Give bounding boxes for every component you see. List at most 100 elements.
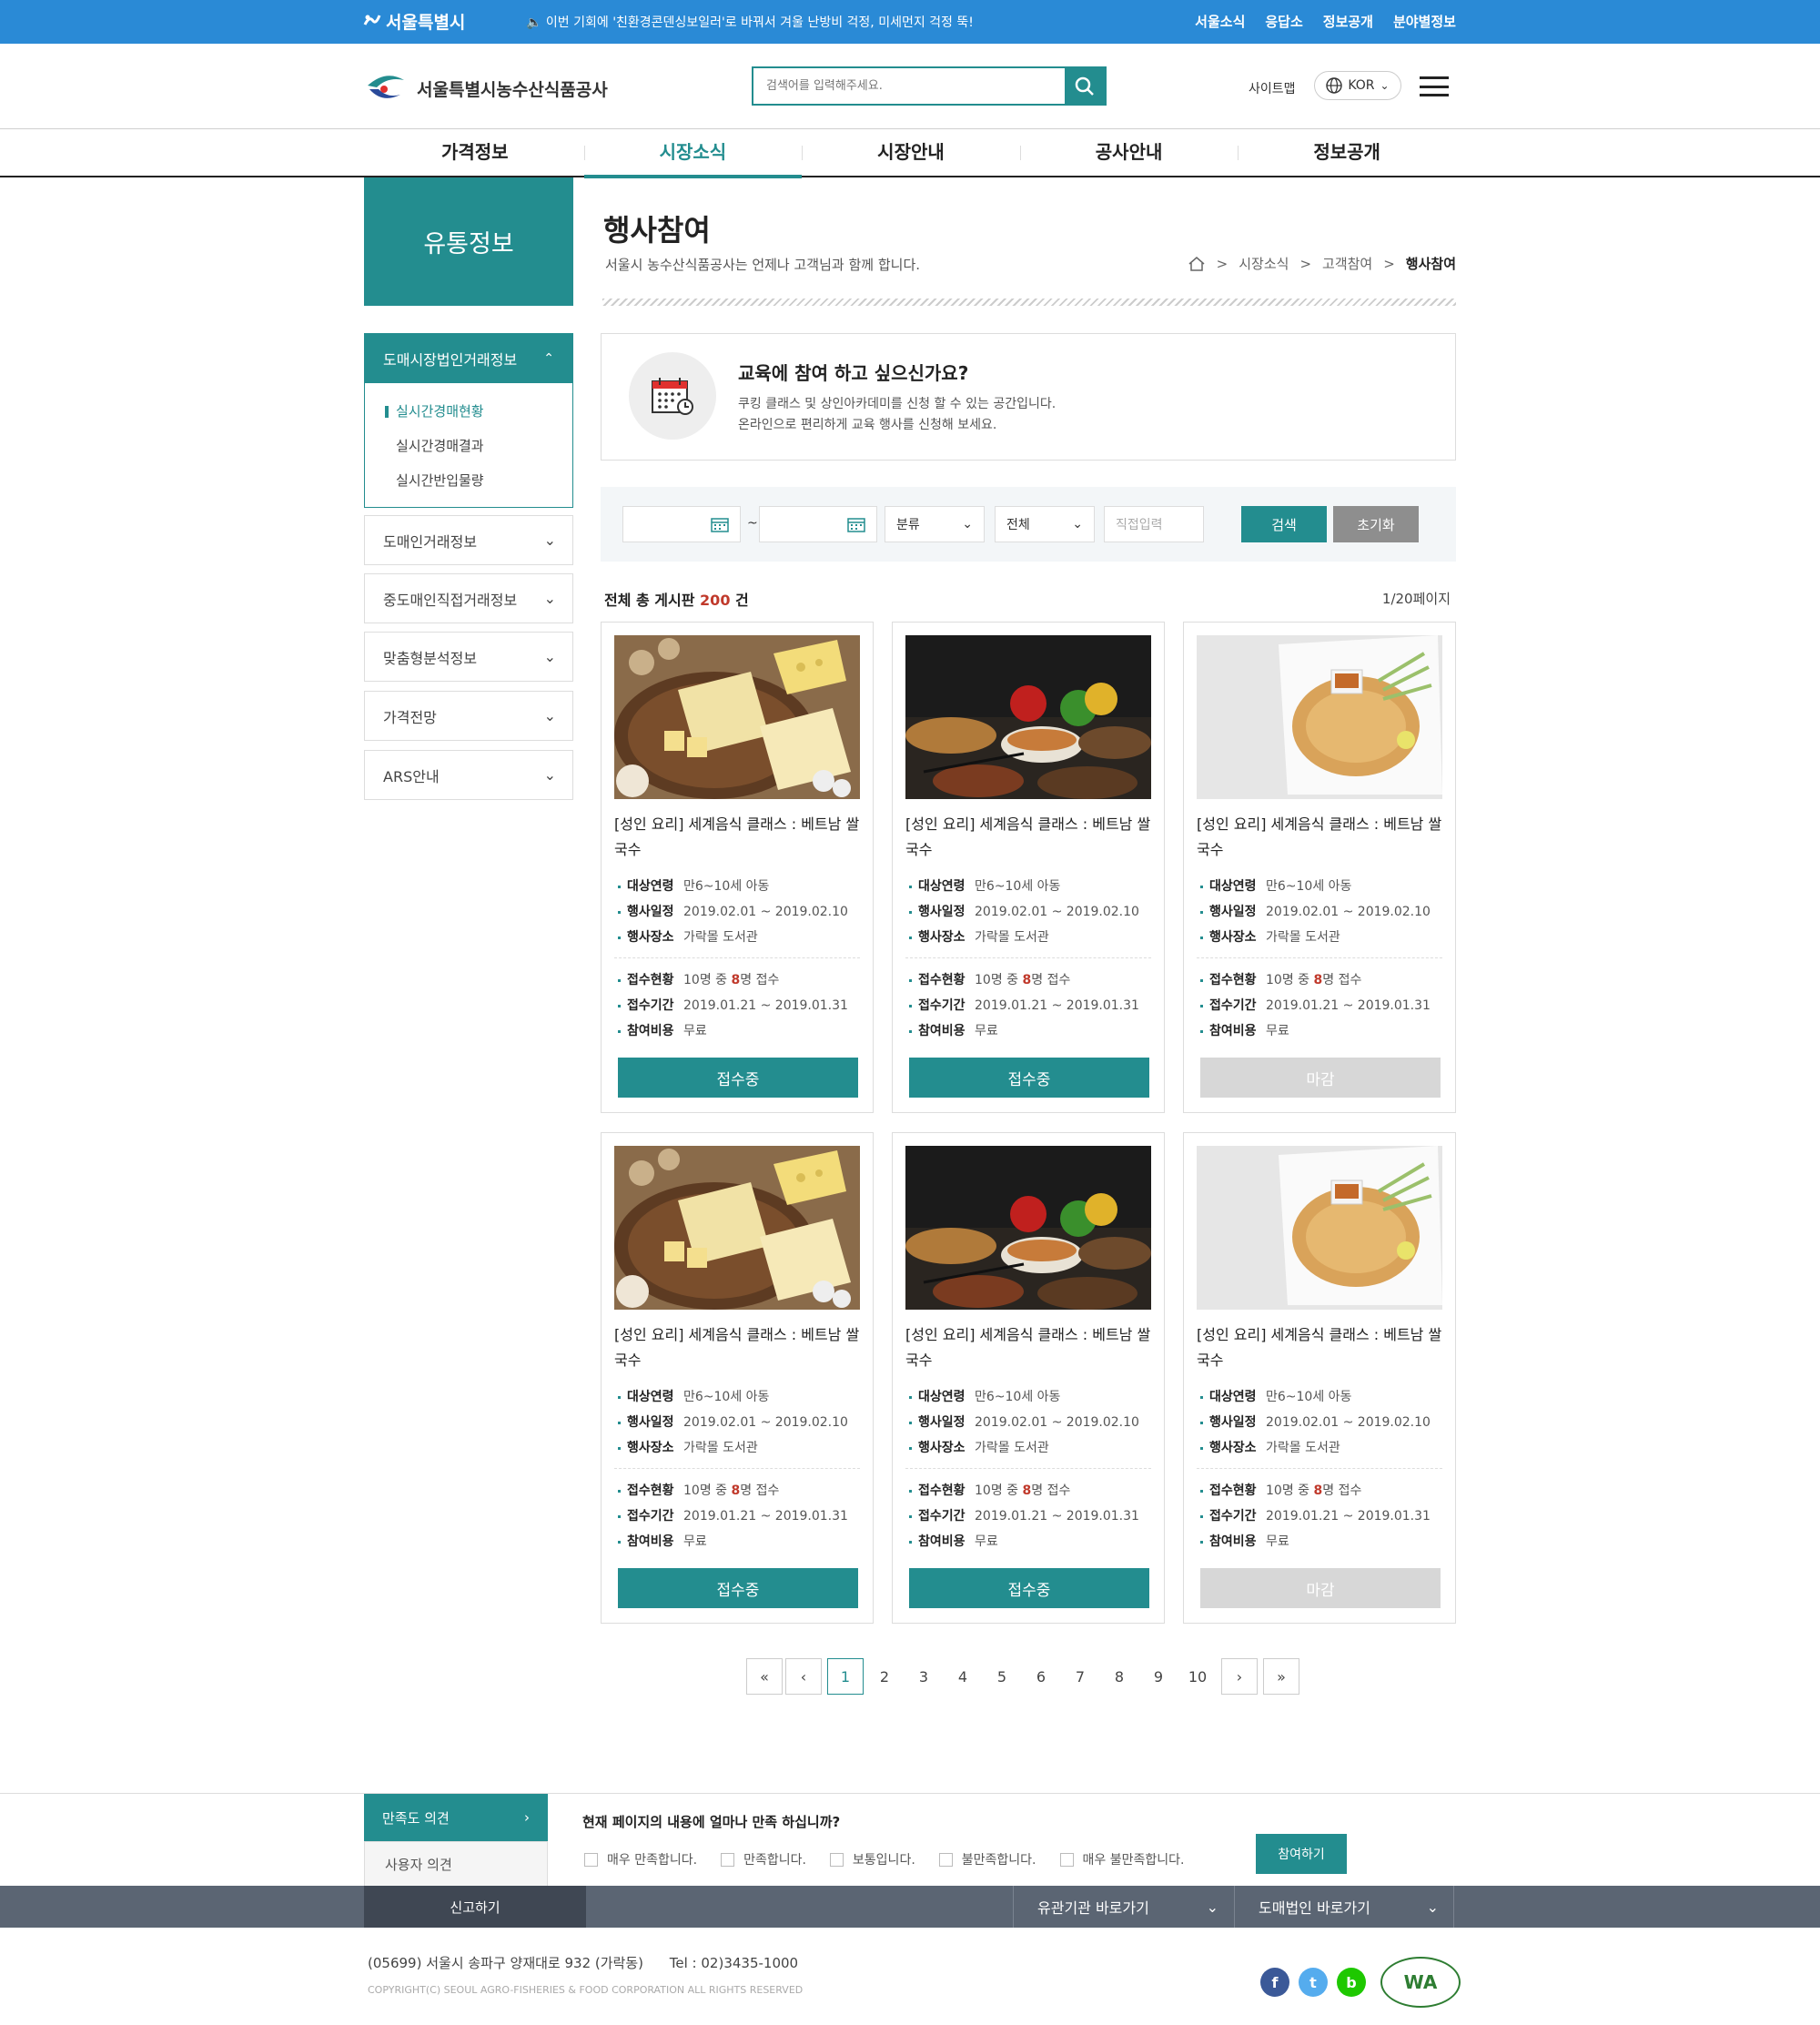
copyright: COPYRIGHT(C) SEOUL AGRO-FISHERIES & FOOD… bbox=[368, 1984, 804, 1996]
page-number[interactable]: 10 bbox=[1179, 1658, 1216, 1695]
lnb-sub-auction-result[interactable]: 실시간경매결과 bbox=[365, 429, 572, 463]
survey-submit-button[interactable]: 참여하기 bbox=[1256, 1834, 1347, 1874]
nav-market-guide[interactable]: 시장안내 bbox=[802, 129, 1020, 177]
apply-button[interactable]: 접수중 bbox=[618, 1058, 858, 1098]
report-button[interactable]: 신고하기 bbox=[364, 1886, 586, 1928]
top-link-disclosure[interactable]: 정보공개 bbox=[1323, 12, 1373, 31]
lnb-sub-inbound-volume[interactable]: 실시간반입물량 bbox=[365, 463, 572, 498]
last-page-button[interactable]: » bbox=[1263, 1658, 1299, 1695]
event-image[interactable] bbox=[905, 1146, 1151, 1310]
survey-option[interactable]: 매우 불만족합니다. bbox=[1059, 1850, 1184, 1868]
twitter-icon[interactable]: t bbox=[1299, 1968, 1328, 1997]
event-title[interactable]: [성인 요리] 세계음식 클래스 : 베트남 쌀국수 bbox=[1197, 1322, 1442, 1373]
event-image[interactable] bbox=[614, 635, 860, 799]
apply-button[interactable]: 접수중 bbox=[618, 1568, 858, 1608]
sitemap-link[interactable]: 사이트맵 bbox=[1249, 79, 1296, 97]
first-page-button[interactable]: « bbox=[746, 1658, 783, 1695]
prev-page-button[interactable]: ‹ bbox=[785, 1658, 822, 1695]
event-title[interactable]: [성인 요리] 세계음식 클래스 : 베트남 쌀국수 bbox=[614, 1322, 860, 1373]
breadcrumb-separator: > bbox=[1383, 255, 1395, 272]
event-title[interactable]: [성인 요리] 세계음식 클래스 : 베트남 쌀국수 bbox=[1197, 812, 1442, 863]
end-date-input[interactable] bbox=[759, 506, 877, 542]
nav-market-news[interactable]: 시장소식 bbox=[583, 129, 803, 178]
checkbox[interactable] bbox=[829, 1852, 844, 1867]
search-input[interactable] bbox=[753, 68, 1065, 104]
event-card[interactable]: [성인 요리] 세계음식 클래스 : 베트남 쌀국수 대상연령 만6~10세 아동 행… bbox=[892, 1132, 1165, 1624]
tab-user-opinion[interactable]: 사용자 의견 bbox=[364, 1841, 548, 1887]
top-link-news[interactable]: 서울소식 bbox=[1195, 12, 1245, 31]
calendar-icon[interactable] bbox=[847, 516, 865, 532]
search-submit-button[interactable]: 검색 bbox=[1241, 506, 1327, 542]
tab-satisfaction[interactable]: 만족도 의견 › bbox=[364, 1794, 548, 1841]
notice-text: 이번 기회에 '친환경콘덴싱보일러'로 바꿔서 겨울 난방비 걱정, 미세먼지 … bbox=[545, 15, 974, 30]
scope-select[interactable]: 전체 ⌄ bbox=[995, 506, 1095, 542]
event-card[interactable]: [성인 요리] 세계음식 클래스 : 베트남 쌀국수대상연령 만6~10세 아동 행… bbox=[892, 622, 1165, 1113]
lnb-group-header[interactable]: 도매시장법인거래정보 ⌃ bbox=[365, 334, 572, 383]
survey-option[interactable]: 불만족합니다. bbox=[938, 1850, 1036, 1868]
nav-disclosure[interactable]: 정보공개 bbox=[1238, 129, 1456, 177]
event-image[interactable] bbox=[1197, 635, 1442, 799]
event-card[interactable]: [성인 요리] 세계음식 클래스 : 베트남 쌀국수 대상연령 만6~10세 아동 행… bbox=[1183, 1132, 1456, 1624]
top-link-field-info[interactable]: 분야별정보 bbox=[1393, 12, 1456, 31]
page-number[interactable]: 9 bbox=[1140, 1658, 1177, 1695]
next-page-button[interactable]: › bbox=[1221, 1658, 1258, 1695]
apply-button[interactable]: 접수중 bbox=[909, 1568, 1149, 1608]
checkbox[interactable] bbox=[721, 1852, 735, 1867]
breadcrumb-market-news[interactable]: 시장소식 bbox=[1239, 254, 1289, 273]
survey-option[interactable]: 보통입니다. bbox=[829, 1850, 915, 1868]
event-card[interactable]: [성인 요리] 세계음식 클래스 : 베트남 쌀국수 대상연령 만6~10세 아동 행… bbox=[1183, 622, 1456, 1113]
checkbox[interactable] bbox=[1059, 1852, 1074, 1867]
page-number[interactable]: 5 bbox=[984, 1658, 1020, 1695]
checkbox[interactable] bbox=[938, 1852, 953, 1867]
event-title[interactable]: [성인 요리] 세계음식 클래스 : 베트남 쌀국수 bbox=[905, 812, 1151, 863]
wholesale-corps-dropdown[interactable]: 도매법인 바로가기 ⌄ bbox=[1234, 1886, 1454, 1928]
lnb-item-wholesaler[interactable]: 도매인거래정보 ⌄ bbox=[364, 515, 573, 565]
lnb-item-price-outlook[interactable]: 가격전망 ⌄ bbox=[364, 691, 573, 741]
event-schedule-list: 대상연령 만6~10세 아동 행사일정 2019.02.01 ~ 2019.02.10… bbox=[905, 874, 1151, 958]
nav-price-info[interactable]: 가격정보 bbox=[366, 129, 584, 177]
page-number[interactable]: 6 bbox=[1023, 1658, 1059, 1695]
search-button[interactable] bbox=[1065, 68, 1105, 104]
page-number[interactable]: 3 bbox=[905, 1658, 942, 1695]
category-select[interactable]: 분류 ⌄ bbox=[885, 506, 985, 542]
info-row: 참여비용 무료 bbox=[614, 1018, 860, 1044]
calendar-icon[interactable] bbox=[711, 516, 729, 532]
lnb-item-direct-trade[interactable]: 중도매인직접거래정보 ⌄ bbox=[364, 573, 573, 623]
language-select[interactable]: KOR ⌄ bbox=[1314, 71, 1401, 100]
apply-button[interactable]: 접수중 bbox=[909, 1058, 1149, 1098]
event-card[interactable]: [성인 요리] 세계음식 클래스 : 베트남 쌀국수 대상연령 만6~10세 아동 행… bbox=[601, 622, 874, 1113]
checkbox[interactable] bbox=[584, 1852, 598, 1867]
breadcrumb-customer[interactable]: 고객참여 bbox=[1322, 254, 1372, 273]
lnb-item-custom-analysis[interactable]: 맞춤형분석정보 ⌄ bbox=[364, 632, 573, 682]
nav-corp-guide[interactable]: 공사안내 bbox=[1019, 129, 1239, 177]
notice-ticker[interactable]: 🔈 이번 기회에 '친환경콘덴싱보일러'로 바꿔서 겨울 난방비 걱정, 미세먼… bbox=[526, 13, 974, 31]
page-number[interactable]: 4 bbox=[945, 1658, 981, 1695]
facebook-icon[interactable]: f bbox=[1260, 1968, 1289, 1997]
page-number[interactable]: 7 bbox=[1062, 1658, 1098, 1695]
related-sites-dropdown[interactable]: 유관기관 바로가기 ⌄ bbox=[1013, 1886, 1233, 1928]
start-date-input[interactable] bbox=[622, 506, 741, 542]
event-image[interactable] bbox=[905, 635, 1151, 799]
event-card[interactable]: [성인 요리] 세계음식 클래스 : 베트남 쌀국수 대상연령 만6~10세 아동 행… bbox=[601, 1132, 874, 1624]
blog-icon[interactable]: b bbox=[1337, 1968, 1366, 1997]
home-icon[interactable] bbox=[1188, 256, 1206, 272]
menu-button[interactable] bbox=[1420, 76, 1449, 96]
seoul-city-link[interactable]: 서울특별시 bbox=[362, 9, 465, 34]
page-number[interactable]: 1 bbox=[827, 1658, 864, 1695]
page-number[interactable]: 2 bbox=[866, 1658, 903, 1695]
event-image[interactable] bbox=[1197, 1146, 1442, 1310]
survey-option[interactable]: 만족합니다. bbox=[721, 1850, 806, 1868]
survey-option[interactable]: 매우 만족합니다. bbox=[584, 1850, 697, 1868]
event-title[interactable]: [성인 요리] 세계음식 클래스 : 베트남 쌀국수 bbox=[905, 1322, 1151, 1373]
keyword-input[interactable]: 직접입력 bbox=[1104, 506, 1204, 542]
chevron-right-icon: › bbox=[1236, 1667, 1243, 1686]
reset-button[interactable]: 초기화 bbox=[1333, 506, 1419, 542]
info-row: 접수현황 10명 중 8명 접수 bbox=[1197, 1478, 1442, 1504]
lnb-item-ars[interactable]: ARS안내 ⌄ bbox=[364, 750, 573, 800]
event-image[interactable] bbox=[614, 1146, 860, 1310]
event-title[interactable]: [성인 요리] 세계음식 클래스 : 베트남 쌀국수 bbox=[614, 812, 860, 863]
page-number[interactable]: 8 bbox=[1101, 1658, 1138, 1695]
lnb-sub-realtime-auction[interactable]: 실시간경매현황 bbox=[365, 394, 572, 429]
top-link-response[interactable]: 응답소 bbox=[1265, 12, 1302, 31]
site-logo[interactable]: 서울특별시농수산식품공사 bbox=[364, 71, 608, 106]
